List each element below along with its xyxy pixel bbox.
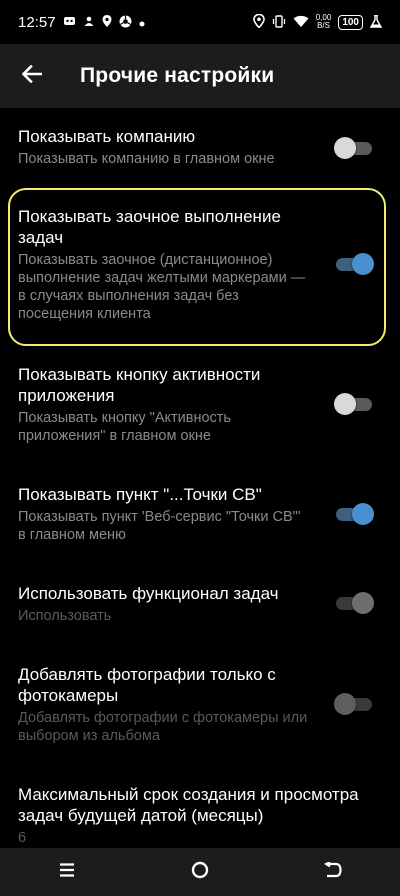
system-back-button[interactable]: [303, 848, 363, 896]
system-nav-bar: [0, 848, 400, 896]
setting-show-sv-points[interactable]: Показывать пункт "...Точки СВ" Показыват…: [0, 484, 400, 544]
setting-title: Показывать кнопку активности приложения: [18, 365, 261, 405]
back-icon: [324, 860, 342, 883]
setting-subtitle: Использовать: [18, 608, 112, 624]
status-bar: 12:57 0,00 B/S 100: [0, 0, 400, 44]
setting-title: Добавлять фотографии только с фотокамеры: [18, 665, 276, 705]
notification-dot-icon: [139, 16, 145, 29]
arrow-left-icon: [21, 64, 43, 88]
wifi-icon: [293, 15, 309, 30]
setting-subtitle: Показывать пункт 'Веб-сервис "Точки СВ"'…: [18, 509, 301, 543]
notification-location-icon: [102, 14, 112, 30]
setting-value: 6: [18, 830, 27, 846]
app-bar: Прочие настройки: [0, 44, 400, 108]
recent-apps-button[interactable]: [37, 848, 97, 896]
network-speed-unit: B/S: [317, 21, 330, 30]
setting-max-task-period[interactable]: Максимальный срок создания и просмотра з…: [0, 784, 400, 847]
home-button[interactable]: [170, 848, 230, 896]
show-company-switch[interactable]: [334, 137, 372, 159]
setting-title: Максимальный срок создания и просмотра з…: [18, 785, 359, 825]
setting-subtitle: Показывать компанию в главном окне: [18, 151, 275, 167]
back-button[interactable]: [0, 44, 64, 108]
setting-title: Использовать функционал задач: [18, 584, 279, 603]
page-title: Прочие настройки: [80, 64, 275, 87]
setting-use-tasks[interactable]: Использовать функционал задач Использова…: [0, 583, 400, 625]
setting-title: Показывать пункт "...Точки СВ": [18, 485, 262, 504]
use-tasks-switch[interactable]: [336, 592, 374, 614]
setting-title: Показывать заочное выполнение задач: [18, 207, 281, 247]
setting-show-remote-execution[interactable]: Показывать заочное выполнение задач Пока…: [0, 206, 400, 323]
status-time: 12:57: [18, 13, 56, 31]
home-circle-icon: [191, 861, 209, 884]
show-sv-points-switch[interactable]: [336, 503, 374, 525]
setting-subtitle: Показывать кнопку "Активность приложения…: [18, 410, 231, 444]
notification-person-icon: [83, 15, 95, 29]
battery-indicator: 100: [338, 14, 363, 30]
vibrate-icon: [272, 14, 286, 30]
network-speed: 0,00 B/S: [316, 14, 332, 30]
show-activity-button-switch[interactable]: [334, 393, 372, 415]
setting-subtitle: Показывать заочное (дистанционное) выпол…: [18, 252, 306, 322]
status-bar-right: 0,00 B/S 100: [252, 13, 383, 30]
notification-chrome-icon: [119, 15, 132, 30]
settings-list: Показывать компанию Показывать компанию …: [0, 108, 400, 848]
setting-subtitle: Добавлять фотографии с фотокамеры или вы…: [18, 710, 308, 744]
location-icon: [252, 13, 265, 30]
photos-camera-only-switch[interactable]: [334, 693, 372, 715]
flask-icon: [369, 14, 383, 30]
show-remote-execution-switch[interactable]: [336, 253, 374, 275]
menu-icon: [59, 862, 75, 882]
setting-title: Показывать компанию: [18, 127, 196, 146]
setting-show-activity-button[interactable]: Показывать кнопку активности приложения …: [0, 364, 400, 445]
status-bar-left: 12:57: [18, 14, 145, 31]
setting-photos-camera-only[interactable]: Добавлять фотографии только с фотокамеры…: [0, 664, 400, 745]
notification-app-icon: [63, 15, 76, 29]
setting-show-company[interactable]: Показывать компанию Показывать компанию …: [0, 126, 400, 168]
